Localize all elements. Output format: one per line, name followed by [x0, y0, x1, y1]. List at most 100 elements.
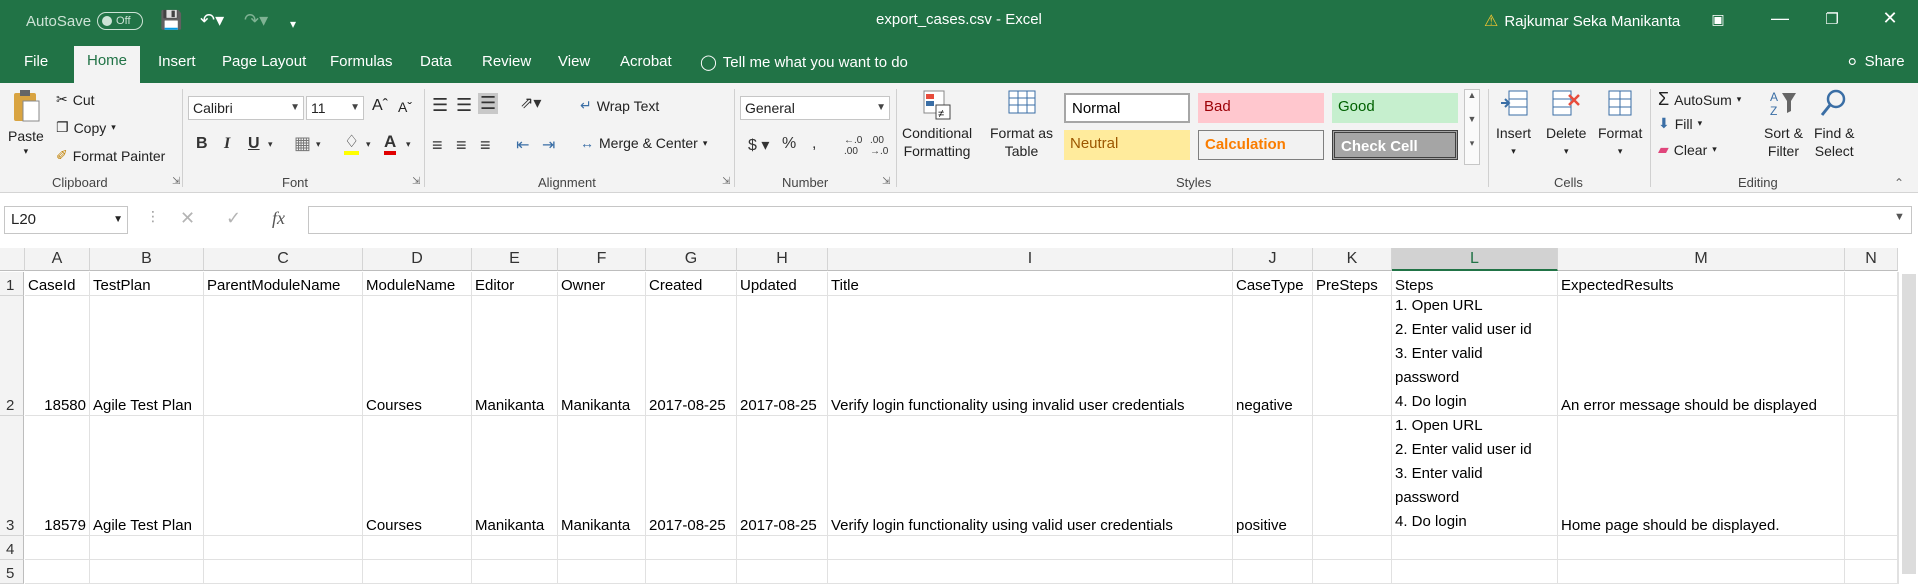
cell-k1[interactable]: PreSteps: [1313, 272, 1392, 296]
autosum-button[interactable]: Σ AutoSum ▾: [1658, 89, 1741, 110]
underline-icon[interactable]: U: [248, 135, 260, 153]
tab-formulas[interactable]: Formulas: [328, 50, 395, 83]
cell-a5[interactable]: [25, 560, 90, 584]
insert-cells-button[interactable]: Insert ▾: [1496, 87, 1531, 160]
wrap-text-button[interactable]: ↵ Wrap Text: [580, 97, 659, 114]
fill-button[interactable]: ⬇ Fill ▾: [1658, 115, 1702, 132]
autosave-toggle[interactable]: Off: [97, 12, 144, 30]
column-header-h[interactable]: H: [737, 248, 828, 271]
cell-m5[interactable]: [1558, 560, 1845, 584]
cell-n4[interactable]: [1845, 536, 1898, 560]
cell-g3[interactable]: 2017-08-25: [646, 416, 737, 536]
cell-f5[interactable]: [558, 560, 646, 584]
column-header-n[interactable]: N: [1845, 248, 1898, 271]
font-name-combo[interactable]: Calibri ▼: [188, 96, 304, 120]
decrease-indent-icon[interactable]: ⇤: [516, 135, 529, 155]
cell-a3[interactable]: 18579: [25, 416, 90, 536]
italic-icon[interactable]: I: [224, 135, 230, 153]
column-header-f[interactable]: F: [558, 248, 646, 271]
cell-i1[interactable]: Title: [828, 272, 1233, 296]
column-header-l[interactable]: L: [1392, 248, 1558, 271]
chevron-down-icon[interactable]: ▾: [406, 139, 411, 150]
style-check-cell[interactable]: Check Cell: [1332, 130, 1458, 160]
chevron-down-icon[interactable]: ▾: [316, 139, 321, 150]
cell-l2[interactable]: 1. Open URL 2. Enter valid user id 3. En…: [1392, 296, 1558, 416]
cell-f3[interactable]: Manikanta: [558, 416, 646, 536]
restore-icon[interactable]: ❐: [1822, 10, 1842, 28]
user-account[interactable]: ⚠ Rajkumar Seka Manikanta: [1484, 11, 1680, 31]
cell-i3[interactable]: Verify login functionality using valid u…: [828, 416, 1233, 536]
cell-n2[interactable]: [1845, 296, 1898, 416]
cell-k3[interactable]: [1313, 416, 1392, 536]
column-header-d[interactable]: D: [363, 248, 472, 271]
tell-me-box[interactable]: ◯ Tell me what you want to do: [700, 53, 908, 72]
style-normal[interactable]: Normal: [1064, 93, 1190, 123]
tab-view[interactable]: View: [556, 50, 592, 83]
row-header-1[interactable]: 1: [0, 272, 24, 296]
insert-function-icon[interactable]: fx: [272, 208, 285, 229]
ribbon-display-options-icon[interactable]: ▣: [1708, 11, 1728, 28]
cell-c3[interactable]: [204, 416, 363, 536]
cell-k4[interactable]: [1313, 536, 1392, 560]
worksheet-grid[interactable]: A B C D E F G H I J K L M N 1 2 3 4 5 CaseId TestPlan ParentM…: [0, 248, 1918, 584]
cut-button[interactable]: ✂ Cut: [56, 91, 95, 108]
tab-file[interactable]: File: [22, 50, 50, 83]
format-cells-button[interactable]: Format ▾: [1598, 87, 1642, 160]
style-neutral[interactable]: Neutral: [1064, 130, 1190, 160]
cell-l5[interactable]: [1392, 560, 1558, 584]
cell-m1[interactable]: ExpectedResults: [1558, 272, 1845, 296]
cell-c4[interactable]: [204, 536, 363, 560]
redo-icon[interactable]: ↷▾: [244, 10, 268, 30]
collapse-ribbon-icon[interactable]: ⌃: [1894, 176, 1904, 190]
decrease-decimal-icon[interactable]: .00 →.0: [870, 135, 888, 157]
align-center-icon[interactable]: ≡: [456, 135, 467, 156]
column-header-g[interactable]: G: [646, 248, 737, 271]
cell-f1[interactable]: Owner: [558, 272, 646, 296]
number-format-combo[interactable]: General ▼: [740, 96, 890, 120]
format-as-table-button[interactable]: Format as Table: [990, 87, 1053, 160]
cell-m4[interactable]: [1558, 536, 1845, 560]
formula-input[interactable]: [308, 206, 1912, 234]
font-size-combo[interactable]: 11 ▼: [306, 96, 364, 120]
chevron-up-icon[interactable]: ▲: [1465, 90, 1479, 100]
customize-quick-access-icon[interactable]: ▾: [290, 14, 296, 34]
column-header-e[interactable]: E: [472, 248, 558, 271]
cell-l3[interactable]: 1. Open URL 2. Enter valid user id 3. En…: [1392, 416, 1558, 536]
dialog-launcher-icon[interactable]: ⇲: [722, 176, 730, 187]
currency-icon[interactable]: $ ▾: [748, 135, 769, 155]
more-styles-icon[interactable]: ▾: [1465, 138, 1479, 149]
dialog-launcher-icon[interactable]: ⇲: [172, 176, 180, 187]
tab-acrobat[interactable]: Acrobat: [618, 50, 674, 83]
cell-l1[interactable]: Steps: [1392, 272, 1558, 296]
share-button[interactable]: ⚪ Share: [1846, 53, 1905, 71]
style-calculation[interactable]: Calculation: [1198, 130, 1324, 160]
cell-h1[interactable]: Updated: [737, 272, 828, 296]
decrease-font-size-icon[interactable]: Aˇ: [398, 99, 412, 115]
column-header-k[interactable]: K: [1313, 248, 1392, 271]
cell-c5[interactable]: [204, 560, 363, 584]
expand-formula-bar-icon[interactable]: ▼: [1894, 211, 1905, 223]
vertical-scrollbar[interactable]: [1898, 272, 1918, 584]
cell-g1[interactable]: Created: [646, 272, 737, 296]
cell-e2[interactable]: Manikanta: [472, 296, 558, 416]
comma-style-icon[interactable]: ,: [812, 135, 816, 153]
column-header-c[interactable]: C: [204, 248, 363, 271]
top-align-icon[interactable]: ☰: [432, 95, 448, 116]
name-box[interactable]: L20 ▼: [4, 206, 128, 234]
cell-g4[interactable]: [646, 536, 737, 560]
borders-icon[interactable]: ▦: [294, 133, 311, 154]
cell-n1[interactable]: [1845, 272, 1898, 296]
font-color-icon[interactable]: A: [384, 133, 397, 155]
autosave-control[interactable]: AutoSave Off: [26, 12, 144, 30]
cell-j3[interactable]: positive: [1233, 416, 1313, 536]
cell-j1[interactable]: CaseType: [1233, 272, 1313, 296]
cell-f2[interactable]: Manikanta: [558, 296, 646, 416]
orientation-icon[interactable]: ⇗▾: [520, 93, 541, 113]
cell-f4[interactable]: [558, 536, 646, 560]
find-select-button[interactable]: Find & Select: [1814, 87, 1854, 160]
cell-b4[interactable]: [90, 536, 204, 560]
column-header-j[interactable]: J: [1233, 248, 1313, 271]
cell-i4[interactable]: [828, 536, 1233, 560]
cell-n3[interactable]: [1845, 416, 1898, 536]
tab-data[interactable]: Data: [418, 50, 454, 83]
